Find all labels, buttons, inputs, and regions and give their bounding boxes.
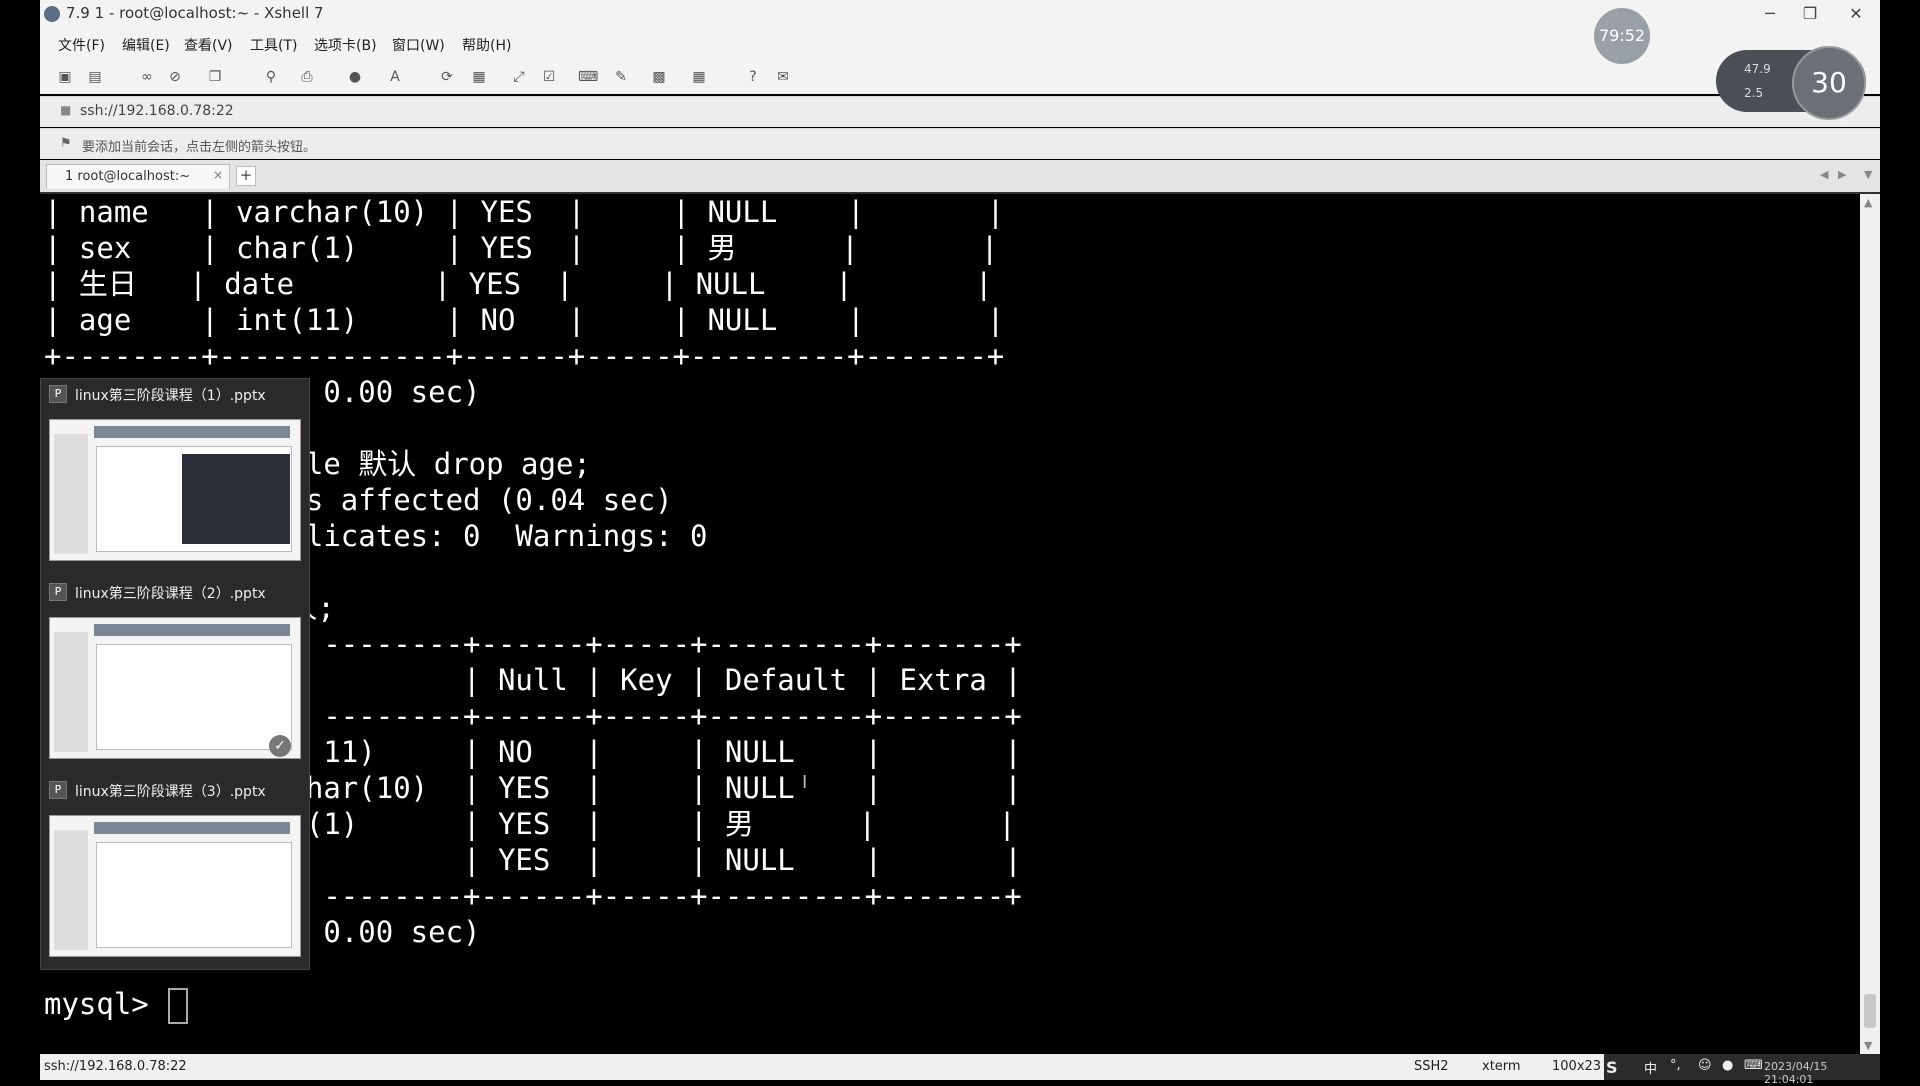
menu-tab[interactable]: 选项卡(B): [314, 35, 377, 55]
lock-icon[interactable]: ☑: [540, 68, 558, 86]
new-session-icon[interactable]: ▣: [56, 68, 74, 86]
mysql-prompt: mysql>: [44, 987, 167, 1021]
terminal-line: | sex | char(1) | YES | | 男 | |: [44, 231, 999, 265]
tab-label: 1 root@localhost:~: [65, 169, 191, 184]
toolbar: ▣ ▤ ∞ ⊘ ❐ ⚲ ⎙ ● A ⟳ ▦ ⤢ ☑ ⌨ ✎ ▩ ▦ ? ✉: [40, 60, 1880, 94]
meter-top-value: 47.9: [1744, 62, 1771, 76]
menu-view[interactable]: 查看(V): [184, 35, 233, 55]
terminal-line: | 生日 | date | YES | | NULL | |: [44, 267, 993, 301]
taskbar-preview-panel: P linux第三阶段课程（1）.pptx P linux第三阶段课程（2）.p…: [40, 378, 310, 970]
slide-thumbnail: [49, 419, 301, 561]
status-term: xterm: [1482, 1059, 1521, 1074]
fullscreen-icon[interactable]: ⤢: [510, 68, 528, 86]
close-button[interactable]: ✕: [1836, 2, 1876, 26]
status-size: 100x23: [1552, 1059, 1602, 1074]
tab-scroll-left-icon[interactable]: ◀: [1820, 168, 1828, 181]
pptx-preview-3[interactable]: P linux第三阶段课程（3）.pptx: [41, 775, 309, 973]
tab-close-icon[interactable]: ×: [213, 168, 223, 182]
keyboard-icon[interactable]: ⌨: [1744, 1058, 1763, 1073]
layout-icon[interactable]: ▦: [690, 68, 708, 86]
lock-icon: ■: [60, 103, 72, 117]
bookmark-icon[interactable]: ⚑: [60, 136, 72, 151]
terminal-cursor: [168, 988, 189, 1024]
print-icon[interactable]: ⎙: [298, 68, 316, 86]
menu-help[interactable]: 帮助(H): [462, 35, 511, 55]
check-icon: ✓: [269, 735, 291, 757]
microphone-icon[interactable]: ●: [1722, 1058, 1733, 1073]
preview-title: linux第三阶段课程（1）.pptx: [75, 388, 266, 404]
recording-timer: 79:52: [1594, 8, 1650, 64]
ime-mode[interactable]: 中: [1644, 1058, 1657, 1077]
unlink-icon[interactable]: ⊘: [166, 68, 184, 86]
status-address: ssh://192.168.0.78:22: [44, 1059, 187, 1074]
transfer-icon[interactable]: ⟳: [438, 68, 456, 86]
terminal-line: | age | int(11) | NO | | NULL | |: [44, 303, 1005, 337]
address-bar[interactable]: ■ ssh://192.168.0.78:22: [40, 96, 1880, 127]
search-icon[interactable]: ⚲: [262, 68, 280, 86]
powerpoint-icon: P: [49, 385, 67, 403]
script-icon[interactable]: ✎: [612, 68, 630, 86]
hint-bar: ⚑ 要添加当前会话，点击左侧的箭头按钮。: [40, 128, 1880, 159]
sogou-ime-icon[interactable]: S: [1606, 1058, 1618, 1077]
system-datetime: 2023/04/15 21:04:01: [1764, 1060, 1828, 1086]
xshell-app-icon: [44, 6, 60, 22]
minimize-button[interactable]: ─: [1750, 2, 1790, 26]
help-icon[interactable]: ?: [744, 68, 762, 86]
open-folder-icon[interactable]: ▤: [86, 68, 104, 86]
pptx-preview-1[interactable]: P linux第三阶段课程（1）.pptx: [41, 379, 309, 577]
terminal-line: +--------+-------------+------+-----+---…: [44, 339, 1005, 373]
emoji-icon[interactable]: ☺: [1698, 1058, 1712, 1073]
punctuation-icon[interactable]: °,: [1670, 1058, 1681, 1073]
globe-icon[interactable]: ●: [346, 68, 364, 86]
menu-file[interactable]: 文件(F): [58, 35, 105, 55]
scroll-up-icon[interactable]: ▲: [1864, 196, 1872, 209]
window-title: 7.9 1 - root@localhost:~ - Xshell 7: [66, 4, 324, 22]
keyboard-icon[interactable]: ⌨: [578, 68, 598, 86]
tab-scroll-right-icon[interactable]: ▶: [1838, 168, 1846, 181]
xftp-icon[interactable]: ▦: [470, 68, 488, 86]
preview-title: linux第三阶段课程（2）.pptx: [75, 586, 266, 602]
tab-session[interactable]: 1 root@localhost:~ ×: [46, 164, 230, 189]
mouse-ibeam-icon: I: [802, 772, 808, 793]
terminal-output[interactable]: | name | varchar(10) | YES | | NULL | | …: [40, 194, 1860, 1054]
session-address[interactable]: ssh://192.168.0.78:22: [80, 103, 234, 119]
tab-list-icon[interactable]: ▼: [1864, 168, 1872, 181]
font-icon[interactable]: A: [386, 68, 404, 86]
chat-icon[interactable]: ✉: [774, 68, 792, 86]
performance-meter: 47.9 2.5 30: [1716, 46, 1866, 120]
pptx-preview-2[interactable]: P linux第三阶段课程（2）.pptx ✓: [41, 577, 309, 775]
link-icon[interactable]: ∞: [138, 68, 156, 86]
maximize-button[interactable]: ❐: [1790, 2, 1830, 26]
add-tab-button[interactable]: +: [236, 166, 256, 186]
hint-text: 要添加当前会话，点击左侧的箭头按钮。: [82, 140, 317, 155]
slide-thumbnail: [49, 815, 301, 957]
vertical-scrollbar[interactable]: ▲ ▼: [1860, 194, 1880, 1054]
screenshot-icon[interactable]: ▩: [650, 68, 668, 86]
meter-percent: 30: [1792, 46, 1866, 120]
menu-tools[interactable]: 工具(T): [250, 35, 297, 55]
slide-thumbnail: [49, 617, 301, 759]
copy-icon[interactable]: ❐: [206, 68, 224, 86]
status-protocol: SSH2: [1414, 1059, 1449, 1074]
menu-edit[interactable]: 编辑(E): [122, 35, 170, 55]
mysql-prompt-line[interactable]: mysql>: [44, 986, 189, 1024]
preview-title: linux第三阶段课程（3）.pptx: [75, 784, 266, 800]
menu-window[interactable]: 窗口(W): [392, 35, 445, 55]
scrollbar-thumb[interactable]: [1864, 994, 1876, 1028]
meter-bottom-value: 2.5: [1744, 86, 1764, 100]
system-tray: S 中 °, ☺ ● ⌨ 2023/04/15 21:04:01: [1604, 1054, 1880, 1086]
tab-bar: 1 root@localhost:~ × + ◀ ▶ ▼: [40, 160, 1880, 194]
powerpoint-icon: P: [49, 583, 67, 601]
powerpoint-icon: P: [49, 781, 67, 799]
scroll-down-icon[interactable]: ▼: [1864, 1039, 1872, 1052]
terminal-line: | name | varchar(10) | YES | | NULL | |: [44, 195, 1005, 229]
